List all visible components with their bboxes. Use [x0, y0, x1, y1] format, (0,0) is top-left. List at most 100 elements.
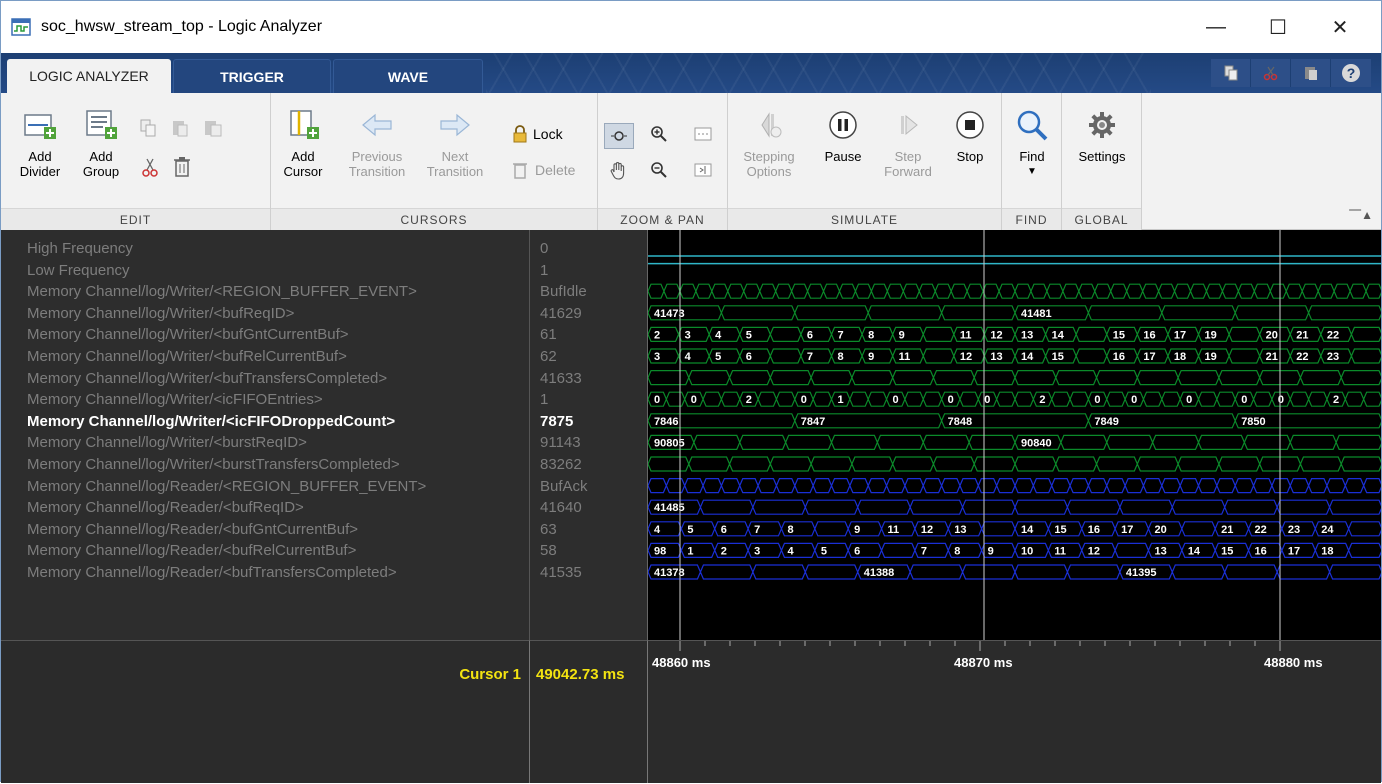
waveform-panel[interactable]: 41473 41481 2 3 4 5 6 7 8 9 11 12 13 14 15 16 17 19 20 21 22… [647, 230, 1381, 640]
help-icon[interactable]: ? [1331, 59, 1371, 87]
stepping-options-button[interactable]: Stepping Options [738, 107, 800, 179]
close-button[interactable]: ✕ [1313, 1, 1367, 53]
bus-value-label: 5 [746, 329, 752, 341]
signal-name[interactable]: Memory Channel/log/Writer/<bufGntCurrent… [27, 324, 349, 345]
bus-value-label: 3 [685, 329, 691, 341]
fit-to-cursor-icon[interactable] [694, 163, 712, 177]
tab-wave[interactable]: WAVE [333, 59, 483, 93]
copy-icon[interactable] [1211, 59, 1251, 87]
signal-name[interactable]: Memory Channel/log/Writer/<bufTransfersC… [27, 368, 387, 389]
add-divider-button[interactable]: Add Divider [15, 107, 65, 179]
next-label-1: Next [441, 149, 469, 164]
bus-value-label: 7 [921, 545, 927, 557]
bus-value-label: 2 [1333, 394, 1339, 406]
signal-value: 61 [540, 326, 557, 344]
bus-value-label: 7 [838, 329, 844, 341]
next-transition-button[interactable]: Next Transition [419, 107, 491, 179]
title-bar: soc_hwsw_stream_top - Logic Analyzer — ☐… [1, 1, 1381, 53]
zoom-box-icon[interactable] [604, 123, 634, 149]
signal-value: 41633 [540, 369, 582, 387]
waveform-canvas[interactable]: 41473 414812 3 4 5 6 7 8 9 11 12 13 14 15 16 17 19 20 21 22… [648, 230, 1381, 640]
fit-horizontal-icon[interactable] [694, 127, 712, 141]
minimize-button[interactable]: — [1189, 1, 1243, 53]
bus-value-label: 23 [1327, 351, 1339, 363]
logic-analyzer-app-icon [11, 18, 31, 36]
bus-value-label: 14 [1188, 545, 1201, 557]
signal-names-panel: High Frequency Low Frequency Memory Channe… [1, 230, 529, 640]
add-cursor-label-1: Add [291, 149, 315, 164]
signal-value: 41640 [540, 499, 582, 517]
signal-value: 83262 [540, 456, 582, 473]
signal-name[interactable]: Memory Channel/log/Writer/<bufReqID> [27, 303, 294, 324]
gear-icon [1084, 107, 1120, 143]
signal-name[interactable]: Memory Channel/log/Writer/<icFIFODropped… [27, 411, 395, 432]
cursor-label-panel: Cursor 1 [1, 640, 529, 783]
trash-icon[interactable] [173, 157, 191, 177]
tab-logic-analyzer[interactable]: LOGIC ANALYZER [7, 59, 171, 93]
bus-waveform [648, 391, 1381, 407]
cursors-group: Add Cursor Previous Transition Next Tran… [271, 93, 598, 230]
zoom-in-icon[interactable] [650, 125, 668, 143]
signal-name[interactable]: Memory Channel/log/Writer/<REGION_BUFFER… [27, 281, 417, 302]
maximize-button[interactable]: ☐ [1251, 1, 1305, 53]
delete-cursor-button[interactable]: Delete [511, 161, 575, 179]
bus-value-label: 11 [960, 329, 972, 341]
ribbon-toolbar: Add Divider Add Group EDIT Add Cursor Pr… [1, 93, 1381, 230]
bus-value-label: 7850 [1241, 416, 1265, 428]
add-group-button[interactable]: Add Group [79, 107, 123, 179]
bus-value-label: 5 [715, 351, 721, 363]
stop-icon [952, 107, 988, 143]
copy-small-icon[interactable] [139, 119, 157, 137]
settings-button[interactable]: Settings [1072, 107, 1132, 164]
signal-value: 63 [540, 520, 557, 538]
signal-name[interactable]: Memory Channel/log/Writer/<burstTransfer… [27, 454, 400, 475]
bus-value-label: 22 [1296, 351, 1308, 363]
global-group-label: GLOBAL [1062, 208, 1141, 230]
lock-button[interactable]: Lock [511, 125, 563, 143]
signal-name[interactable]: Memory Channel/log/Writer/<bufRelCurrent… [27, 346, 347, 367]
signal-value: 41535 [540, 564, 582, 581]
bus-value-label: 20 [1266, 329, 1278, 341]
step-forward-button[interactable]: Step Forward [878, 107, 938, 179]
bus-value-label: 11 [888, 524, 900, 536]
bus-value-label: 4 [685, 351, 692, 363]
signal-name[interactable]: Memory Channel/log/Writer/<burstReqID> [27, 432, 307, 453]
pause-button[interactable]: Pause [818, 107, 868, 164]
bus-value-label: 0 [1241, 394, 1247, 406]
pan-hand-icon[interactable] [608, 161, 628, 181]
signal-name[interactable]: Memory Channel/log/Reader/<bufGntCurrent… [27, 519, 358, 540]
bus-value-label: 1 [838, 394, 844, 406]
cut-icon[interactable] [1251, 59, 1291, 87]
trash-icon [513, 163, 527, 179]
signal-name[interactable]: Memory Channel/log/Reader/<bufRelCurrent… [27, 540, 356, 561]
signal-name[interactable]: Low Frequency [27, 260, 130, 281]
cut-small-icon[interactable] [141, 157, 159, 177]
bus-value-label: 4 [787, 545, 794, 557]
paste-special-icon[interactable] [203, 119, 223, 137]
find-button[interactable]: Find ▼ [1010, 107, 1054, 179]
signal-name[interactable]: Memory Channel/log/Reader/<bufTransfersC… [27, 562, 397, 583]
signal-name[interactable]: Memory Channel/log/Reader/<bufReqID> [27, 497, 304, 518]
bus-value-label: 0 [691, 394, 697, 406]
signal-name[interactable]: High Frequency [27, 238, 133, 259]
bus-waveform [648, 370, 1381, 386]
bus-value-label: 17 [1121, 524, 1133, 536]
bus-value-label: 7847 [801, 416, 825, 428]
paste-small-icon[interactable] [171, 119, 189, 137]
bus-value-label: 20 [1154, 524, 1166, 536]
add-divider-label-2: Divider [19, 164, 61, 179]
stop-button[interactable]: Stop [948, 107, 992, 164]
bus-waveform [648, 413, 1381, 429]
signal-name[interactable]: Memory Channel/log/Reader/<REGION_BUFFER… [27, 476, 426, 497]
add-cursor-button[interactable]: Add Cursor [279, 107, 327, 179]
previous-label-1: Previous [351, 149, 403, 164]
bus-value-label: 3 [754, 545, 760, 557]
tab-trigger[interactable]: TRIGGER [173, 59, 331, 93]
zoom-out-icon[interactable] [650, 161, 668, 179]
bus-value-label: 21 [1221, 524, 1233, 536]
previous-transition-button[interactable]: Previous Transition [341, 107, 413, 179]
signal-value: 0 [540, 240, 549, 257]
collapse-ribbon-icon[interactable]: ⎺▲ [1349, 208, 1373, 223]
signal-name[interactable]: Memory Channel/log/Writer/<icFIFOEntries… [27, 389, 323, 410]
paste-icon[interactable] [1291, 59, 1331, 87]
